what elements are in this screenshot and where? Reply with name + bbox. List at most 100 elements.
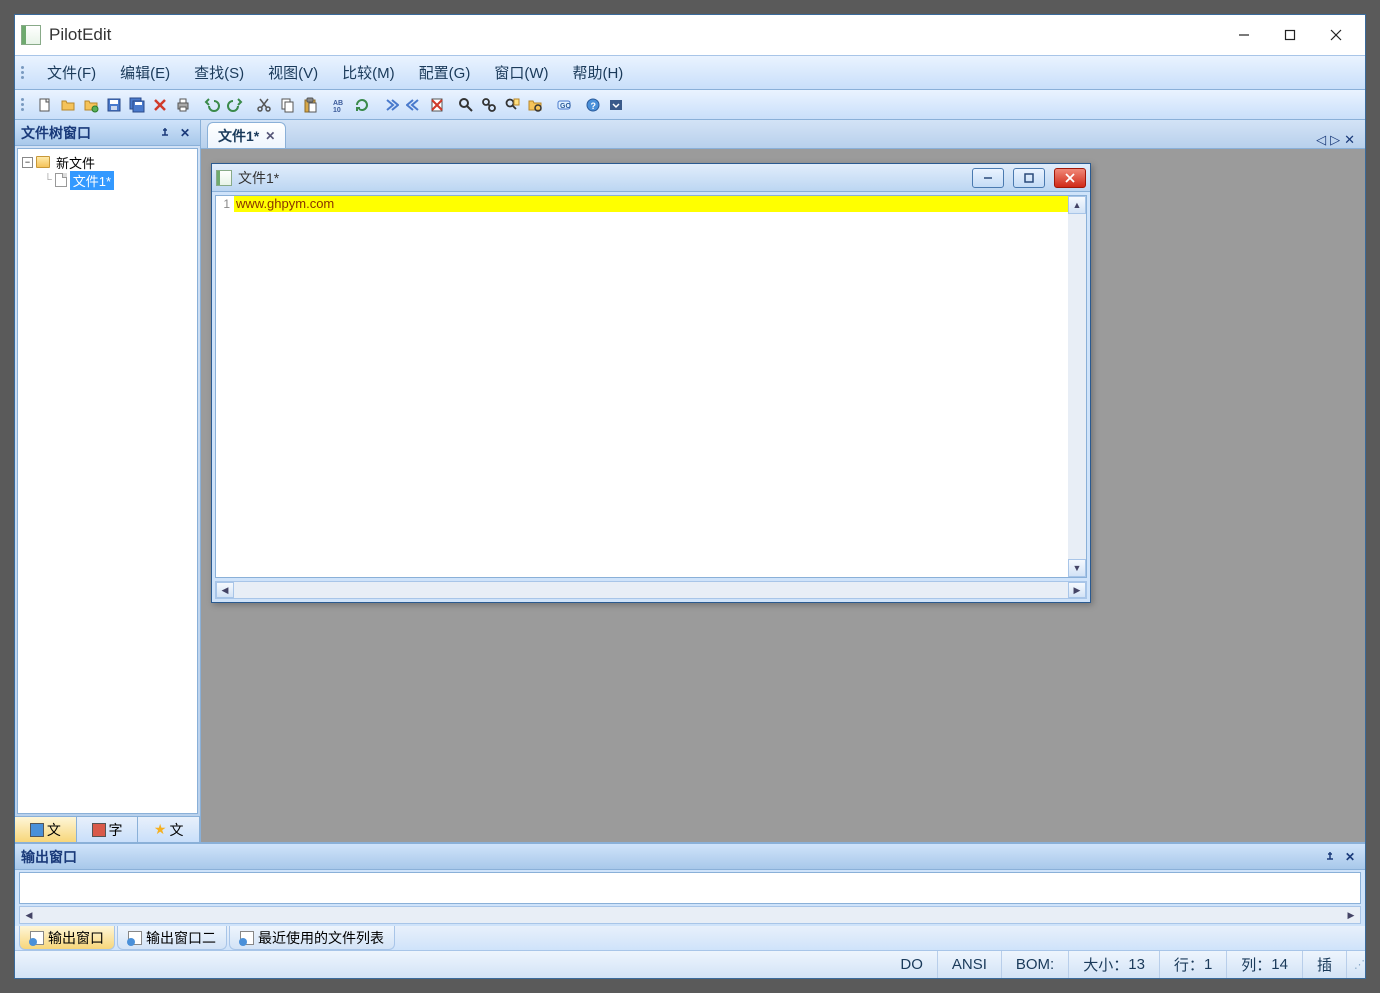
- tree-root-label[interactable]: 新文件: [53, 153, 98, 172]
- paste-icon[interactable]: [299, 94, 321, 116]
- expand-left-icon[interactable]: [403, 94, 425, 116]
- output-tab-icon: [30, 931, 44, 945]
- svg-text:GO: GO: [560, 103, 571, 110]
- app-title: PilotEdit: [49, 25, 1221, 45]
- status-size: 大小：13: [1069, 951, 1160, 978]
- find-replace-icon[interactable]: [478, 94, 500, 116]
- doc-minimize-button[interactable]: [972, 168, 1004, 188]
- scroll-track-h[interactable]: [234, 582, 1068, 598]
- output-scrollbar[interactable]: ◀ ▶: [19, 906, 1361, 924]
- new-file-icon[interactable]: [34, 94, 56, 116]
- files-tab-icon: [30, 823, 44, 837]
- save-all-icon[interactable]: [126, 94, 148, 116]
- output-close-icon[interactable]: ✕: [1341, 848, 1359, 866]
- open-file-icon[interactable]: [57, 94, 79, 116]
- bookmark-remove-icon[interactable]: [426, 94, 448, 116]
- menu-edit[interactable]: 编辑(E): [108, 58, 182, 87]
- tab-close-all-icon[interactable]: ✕: [1344, 132, 1355, 148]
- statusbar: DO ANSI BOM: 大小：13 行：1 列：14 插 ⋰: [15, 950, 1365, 978]
- tree-item-label[interactable]: 文件1*: [70, 171, 114, 190]
- menubar: 文件(F) 编辑(E) 查找(S) 视图(V) 比较(M) 配置(G) 窗口(W…: [15, 55, 1365, 90]
- output-tab-2[interactable]: 输出窗口二: [117, 926, 227, 950]
- app-icon: [21, 25, 41, 45]
- collapse-icon[interactable]: −: [22, 157, 33, 168]
- status-insert: 插: [1303, 951, 1347, 978]
- close-file-icon[interactable]: [149, 94, 171, 116]
- editor-area: 文件1* ✕ ◁ ▷ ✕ 文件1*: [201, 120, 1365, 842]
- menu-file[interactable]: 文件(F): [35, 58, 108, 87]
- file-tree[interactable]: − 新文件 └ 文件1*: [17, 148, 198, 814]
- menu-window[interactable]: 窗口(W): [482, 58, 560, 87]
- text-editor[interactable]: www.ghpym.com: [234, 196, 1068, 577]
- find-folder-icon[interactable]: [524, 94, 546, 116]
- resize-grip-icon[interactable]: ⋰: [1347, 956, 1365, 973]
- output-tab-1[interactable]: 输出窗口: [19, 926, 115, 950]
- status-lineend: DO: [886, 951, 938, 978]
- help-icon[interactable]: ?: [582, 94, 604, 116]
- text-line[interactable]: www.ghpym.com: [234, 196, 1068, 212]
- open-folder-icon[interactable]: [80, 94, 102, 116]
- tab-prev-icon[interactable]: ◁: [1316, 132, 1326, 148]
- doc-maximize-button[interactable]: [1013, 168, 1045, 188]
- svg-text:AB: AB: [333, 100, 343, 107]
- maximize-button[interactable]: [1267, 19, 1313, 51]
- minimize-button[interactable]: [1221, 19, 1267, 51]
- tab-close-icon[interactable]: ✕: [265, 129, 275, 143]
- document-icon: [216, 170, 232, 186]
- output-scroll-left-icon[interactable]: ◀: [20, 907, 38, 923]
- scroll-left-icon[interactable]: ◀: [216, 582, 234, 598]
- doc-close-button[interactable]: [1054, 168, 1086, 188]
- output-tab-recent[interactable]: 最近使用的文件列表: [229, 926, 395, 950]
- status-col: 列：14: [1227, 951, 1303, 978]
- sidebar-tab-chars[interactable]: 字: [77, 817, 139, 842]
- tab-next-icon[interactable]: ▷: [1330, 132, 1340, 148]
- copy-icon[interactable]: [276, 94, 298, 116]
- print-icon[interactable]: [172, 94, 194, 116]
- tree-item[interactable]: └ 文件1*: [22, 171, 193, 189]
- recent-tab-icon: [240, 931, 254, 945]
- menubar-grip[interactable]: [21, 66, 29, 79]
- sidebar: 文件树窗口 ✕ − 新文件 └ 文件1*: [15, 120, 201, 842]
- main-area: 文件树窗口 ✕ − 新文件 └ 文件1*: [15, 120, 1365, 843]
- pin-icon[interactable]: [156, 124, 174, 142]
- dropdown-icon[interactable]: [605, 94, 627, 116]
- menu-find[interactable]: 查找(S): [182, 58, 256, 87]
- menu-compare[interactable]: 比较(M): [330, 58, 407, 87]
- scroll-up-icon[interactable]: ▲: [1068, 196, 1086, 214]
- sidebar-header: 文件树窗口 ✕: [15, 120, 200, 146]
- toolbar-grip[interactable]: [21, 98, 29, 111]
- output-title: 输出窗口: [21, 847, 77, 867]
- redo-icon[interactable]: [224, 94, 246, 116]
- menu-help[interactable]: 帮助(H): [560, 58, 635, 87]
- tab-nav: ◁ ▷ ✕: [1316, 132, 1359, 148]
- sidebar-tab-fav[interactable]: ★文: [138, 817, 200, 842]
- output-scroll-right-icon[interactable]: ▶: [1342, 907, 1360, 923]
- vertical-scrollbar[interactable]: ▲ ▼: [1068, 196, 1086, 577]
- titlebar: PilotEdit: [15, 15, 1365, 55]
- scroll-track[interactable]: [1068, 214, 1086, 559]
- expand-right-icon[interactable]: [380, 94, 402, 116]
- menu-config[interactable]: 配置(G): [407, 58, 483, 87]
- word-wrap-icon[interactable]: AB10: [328, 94, 350, 116]
- find-icon[interactable]: [455, 94, 477, 116]
- scroll-right-icon[interactable]: ▶: [1068, 582, 1086, 598]
- document-tab[interactable]: 文件1* ✕: [207, 122, 286, 148]
- save-icon[interactable]: [103, 94, 125, 116]
- output-body[interactable]: [19, 872, 1361, 904]
- menu-view[interactable]: 视图(V): [256, 58, 330, 87]
- horizontal-scrollbar[interactable]: ◀ ▶: [215, 581, 1087, 599]
- close-button[interactable]: [1313, 19, 1359, 51]
- undo-icon[interactable]: [201, 94, 223, 116]
- document-window: 文件1* 1 www.ghpym.com: [211, 163, 1091, 603]
- refresh-icon[interactable]: [351, 94, 373, 116]
- document-titlebar[interactable]: 文件1*: [212, 164, 1090, 192]
- tree-root[interactable]: − 新文件: [22, 153, 193, 171]
- scroll-down-icon[interactable]: ▼: [1068, 559, 1086, 577]
- sidebar-tab-files[interactable]: 文: [15, 817, 77, 842]
- find-in-files-icon[interactable]: [501, 94, 523, 116]
- close-panel-icon[interactable]: ✕: [176, 124, 194, 142]
- cut-icon[interactable]: [253, 94, 275, 116]
- goto-icon[interactable]: GO: [553, 94, 575, 116]
- output-pin-icon[interactable]: [1321, 848, 1339, 866]
- chars-tab-icon: [92, 823, 106, 837]
